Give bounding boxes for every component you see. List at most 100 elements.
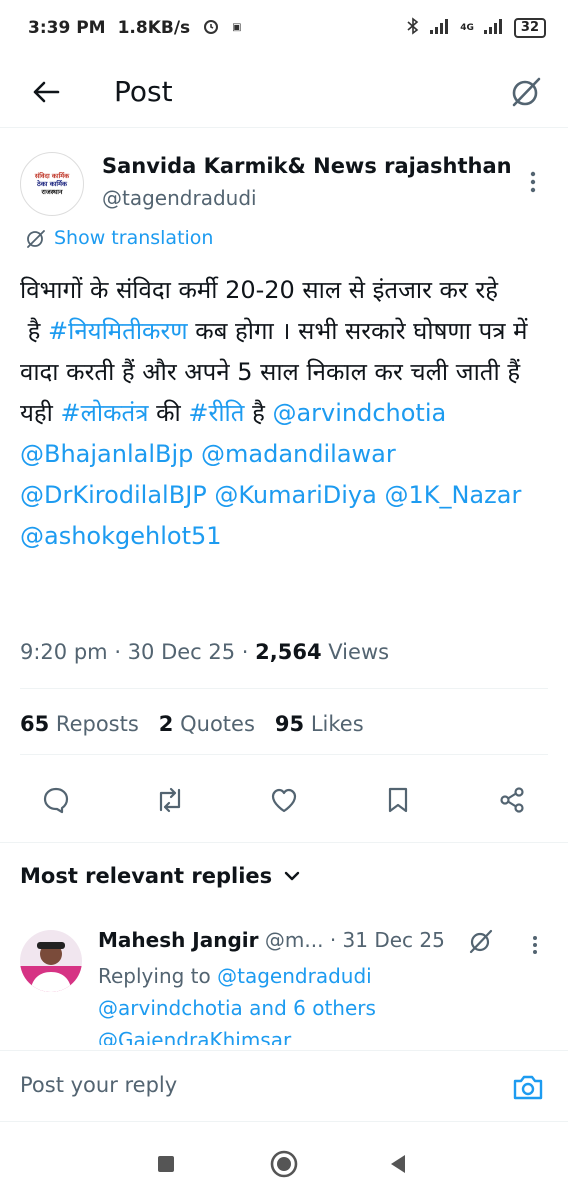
likes-label: Likes — [310, 712, 364, 736]
repost-button[interactable] — [148, 778, 192, 822]
chevron-down-icon — [284, 871, 300, 881]
show-translation-link[interactable]: Show translation — [26, 227, 213, 249]
recent-apps-button[interactable] — [148, 1146, 184, 1182]
app-notification-icon: ▣ — [232, 22, 242, 33]
quotes-count: 2 — [158, 712, 174, 736]
mention-link[interactable]: @arvindchotia and 6 others — [98, 996, 376, 1020]
reply-header: Mahesh Jangir @m... · 31 Dec 25 — [98, 928, 445, 952]
camera-icon — [513, 1075, 543, 1100]
reply-more-options-button[interactable] — [522, 930, 548, 960]
hashtag-link[interactable]: #नियमितीकरण — [48, 317, 188, 345]
post-text-part: विभागों के संविदा कर्मी 20-20 साल से इंत… — [20, 276, 498, 304]
signal-icon-2 — [483, 18, 504, 39]
hashtag-link[interactable]: #लोकतंत्र — [61, 399, 149, 427]
divider — [20, 688, 548, 689]
likes-stat[interactable]: 95 Likes — [275, 712, 364, 736]
reply-item[interactable]: Mahesh Jangir @m... · 31 Dec 25 Replying… — [0, 920, 568, 1045]
post-meta: 9:20 pm · 30 Dec 25 · 2,564 Views — [20, 640, 390, 664]
engagement-stats: 65 Reposts 2 Quotes 95 Likes — [20, 712, 364, 736]
sort-replies-button[interactable]: Most relevant replies — [20, 864, 300, 888]
hashtag-link[interactable]: #रीति — [188, 399, 244, 427]
mention-link[interactable]: @BhajanlalBjp — [20, 440, 193, 468]
mention-link[interactable]: @KumariDiya — [214, 481, 376, 509]
grok-icon — [512, 77, 541, 106]
mention-link[interactable]: @GajendraKhimsar — [98, 1028, 291, 1045]
mention-link[interactable]: @ashokgehlot51 — [20, 522, 222, 550]
author-name[interactable]: Sanvida Karmik& News rajashthan — [102, 154, 512, 178]
reposts-count: 65 — [20, 712, 50, 736]
author-row: संविदा कार्मिक ठेका कार्मिक राजस्थान San… — [20, 152, 548, 216]
reply-composer — [0, 1050, 568, 1122]
likes-count: 95 — [274, 712, 305, 736]
status-speed: 1.8KB/s — [117, 18, 191, 38]
network-type: 4G — [460, 23, 474, 33]
mention-link[interactable]: @tagendradudi — [217, 964, 372, 988]
reply-avatar[interactable] — [20, 930, 82, 992]
post-text-part: है — [27, 317, 49, 345]
reposts-stat[interactable]: 65 Reposts — [20, 712, 139, 736]
circle-icon — [270, 1150, 298, 1178]
reply-author-handle[interactable]: @m... — [265, 928, 324, 952]
system-nav-bar — [0, 1122, 568, 1200]
grok-button[interactable] — [506, 72, 546, 112]
arrow-left-icon — [33, 81, 60, 102]
show-translation-label: Show translation — [54, 227, 214, 249]
quotes-label: Quotes — [180, 712, 255, 736]
heart-icon — [271, 788, 297, 813]
reply-button[interactable] — [34, 778, 78, 822]
comment-icon — [43, 787, 69, 814]
reply-grok-button[interactable] — [468, 928, 498, 958]
mention-link[interactable]: @1K_Nazar — [384, 481, 521, 509]
square-icon — [158, 1156, 174, 1172]
reply-context: Replying to @tagendradudi @arvindchotia … — [98, 960, 538, 1045]
more-vertical-icon — [533, 936, 537, 954]
reply-author-name[interactable]: Mahesh Jangir — [98, 928, 259, 952]
replies-heading: Most relevant replies — [20, 864, 273, 888]
author-handle[interactable]: @tagendradudi — [102, 186, 257, 210]
bluetooth-icon — [406, 16, 420, 40]
home-button[interactable] — [266, 1146, 302, 1182]
views-label[interactable]: Views — [328, 640, 389, 664]
avatar-line-2: ठेका कार्मिक — [37, 180, 67, 188]
back-button[interactable] — [26, 72, 66, 112]
reposts-label: Reposts — [55, 712, 139, 736]
repost-icon — [159, 787, 181, 813]
divider — [20, 754, 548, 755]
view-count: 2,564 — [255, 640, 322, 664]
camera-button[interactable] — [510, 1069, 546, 1105]
alarm-icon — [202, 17, 220, 40]
author-avatar[interactable]: संविदा कार्मिक ठेका कार्मिक राजस्थान — [20, 152, 84, 216]
post-date: 30 Dec 25 — [127, 640, 236, 664]
action-bar — [0, 778, 568, 822]
status-time: 3:39 PM — [28, 18, 106, 38]
more-vertical-icon — [530, 171, 536, 193]
bookmark-icon — [388, 787, 408, 813]
signal-icon — [430, 18, 450, 39]
more-options-button[interactable] — [518, 162, 548, 202]
mention-link[interactable]: @madandilawar — [201, 440, 396, 468]
reply-date: · 31 Dec 25 — [329, 928, 445, 952]
avatar-line-3: राजस्थान — [41, 188, 63, 196]
replying-to-label: Replying to — [98, 964, 211, 988]
share-icon — [500, 787, 524, 813]
reply-input[interactable] — [20, 1073, 490, 1097]
post-time: 9:20 pm — [20, 640, 108, 664]
grok-icon — [469, 929, 493, 954]
post-text-part: है — [244, 399, 273, 427]
bookmark-button[interactable] — [376, 778, 420, 822]
divider — [0, 842, 568, 843]
like-button[interactable] — [262, 778, 306, 822]
quotes-stat[interactable]: 2 Quotes — [159, 712, 255, 736]
share-button[interactable] — [490, 778, 534, 822]
battery-icon: 32 — [513, 18, 546, 38]
post-text-part: की — [148, 399, 189, 427]
translate-icon — [27, 230, 45, 248]
app-header: Post — [0, 56, 568, 128]
avatar-line-1: संविदा कार्मिक — [34, 172, 70, 180]
triangle-back-icon — [391, 1155, 405, 1173]
page-title: Post — [114, 75, 173, 108]
mention-link[interactable]: @DrKirodilalBJP — [20, 481, 207, 509]
status-bar: 3:39 PM 1.8KB/s ▣ 4G 32 — [0, 0, 568, 56]
mention-link[interactable]: @arvindchotia — [272, 399, 446, 427]
back-nav-button[interactable] — [380, 1146, 416, 1182]
